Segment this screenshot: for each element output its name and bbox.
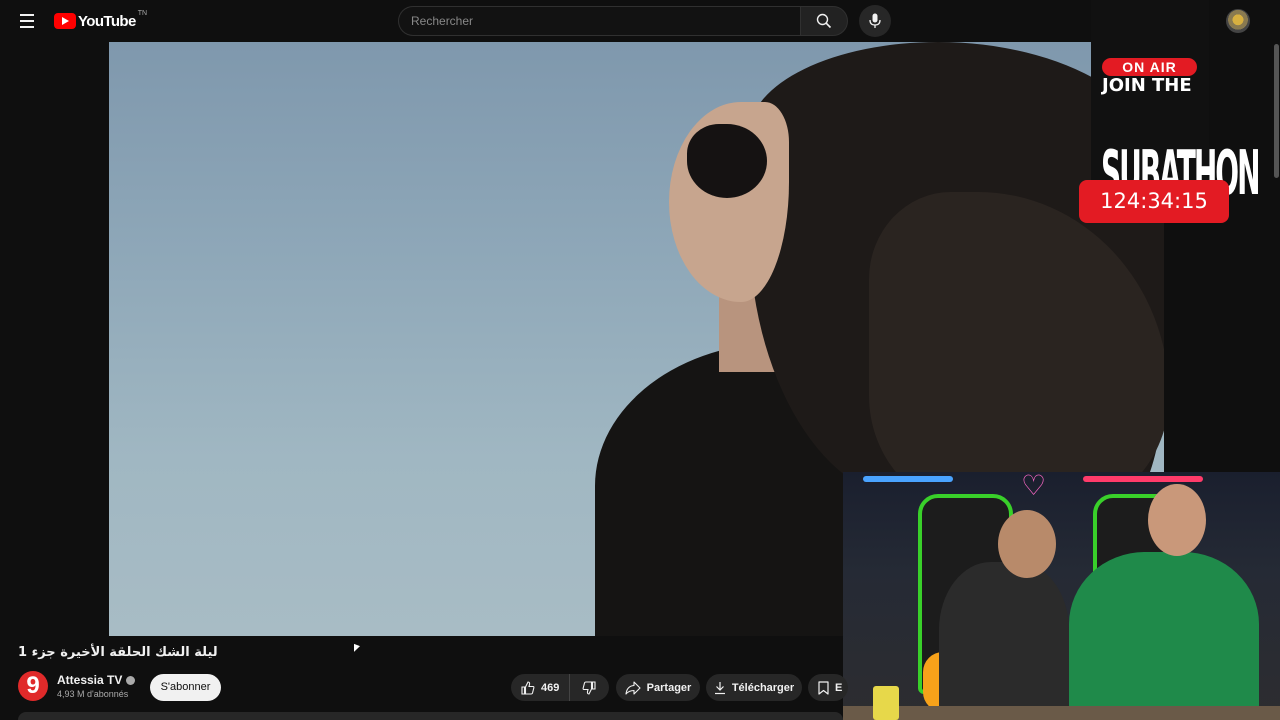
verified-icon [126,676,136,686]
channel-name[interactable]: Attessia TV [57,673,122,687]
save-button[interactable]: E [808,674,848,701]
channel-name-row[interactable]: Attessia TV [57,673,136,687]
heart-neon-icon: ♡ [1021,472,1047,501]
share-icon [625,680,641,695]
desk [843,706,1280,720]
menu-icon-line [20,20,34,22]
description-box[interactable] [18,712,843,720]
account-avatar[interactable] [1226,9,1250,33]
download-icon [714,681,725,694]
download-label: Télécharger [731,681,795,694]
thumbs-down-icon [582,680,596,695]
youtube-logo[interactable]: YouTube TN [54,10,148,31]
webcam-shape [1148,484,1206,556]
region-code: TN [137,10,148,17]
search-button[interactable] [800,6,848,36]
subathon-label: SUBATHON [1101,136,1261,210]
like-button[interactable]: 469 [511,674,571,701]
video-frame-shape [687,124,767,198]
save-label: E [835,681,843,694]
search-box [398,6,800,36]
dislike-button[interactable] [570,674,608,701]
webcam-shape [939,562,1069,720]
microphone-icon [869,13,881,28]
like-dislike-group: 469 [511,674,609,701]
share-label: Partager [646,681,692,694]
menu-icon-line [20,14,34,16]
subscriber-count: 4,93 M d'abonnés [57,689,129,699]
voice-search-button[interactable] [859,5,891,37]
neon-light [863,476,953,482]
share-button[interactable]: Partager [616,674,700,701]
thumbs-up-icon [521,680,535,695]
search-icon [816,13,832,29]
subscribe-button[interactable]: S'abonner [150,674,221,701]
guide-menu-button[interactable] [14,8,40,34]
join-the-label: JOIN THE [1102,75,1192,96]
masthead: YouTube TN [0,0,1280,42]
webcam-overlay: ♡ [843,472,1280,720]
neon-light [1083,476,1203,482]
logo-text: YouTube [78,12,136,30]
subathon-timer: 124:34:15 [1079,180,1229,223]
like-count: 469 [541,681,560,694]
channel-avatar[interactable]: 9 [18,671,48,701]
youtube-watch-page: YouTube TN ON AIR JO [0,0,1280,720]
page-scrollbar-thumb[interactable] [1274,44,1279,178]
webcam-shape [998,510,1056,578]
drink-can [873,686,899,720]
search-input[interactable] [399,7,800,35]
download-button[interactable]: Télécharger [706,674,802,701]
on-air-badge: ON AIR [1102,58,1197,76]
video-title: ليلة الشك الحلقة الأخيرة جزء 1 [18,645,218,660]
menu-icon-line [20,26,34,28]
mouse-cursor-icon [354,643,360,655]
webcam-shape [1069,552,1259,720]
bookmark-icon [818,680,829,695]
youtube-play-icon [54,13,76,29]
